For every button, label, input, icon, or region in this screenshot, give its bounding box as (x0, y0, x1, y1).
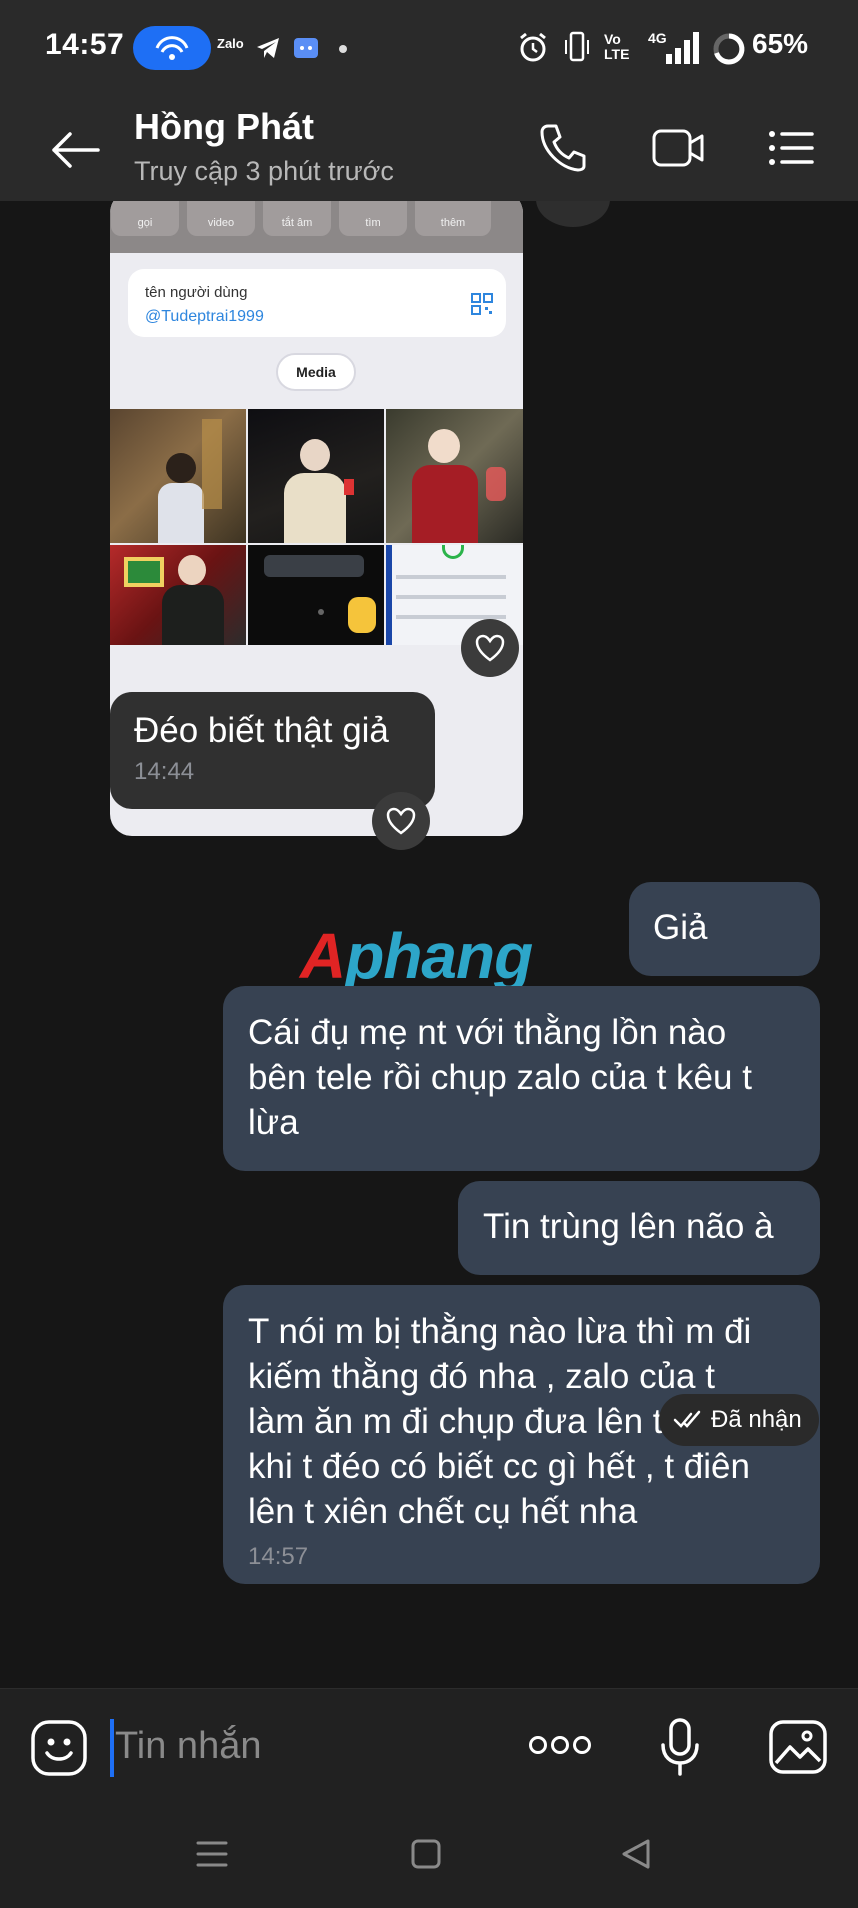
message-line: Cái đụ mẹ nt với thằng lồn nào (248, 1013, 727, 1052)
message-input[interactable]: Tin nhắn (115, 1725, 261, 1768)
volte-indicator: Vo LTE (604, 31, 630, 62)
more-options-icon[interactable] (528, 1733, 592, 1757)
outgoing-message-bubble[interactable]: Cái đụ mẹ nt với thằng lồn nào bên tele … (223, 986, 820, 1171)
message-reaction-button[interactable] (372, 792, 430, 850)
message-line: lên t xiên chết cụ hết nha (248, 1492, 638, 1531)
delivery-receipt: Đã nhận (659, 1394, 819, 1446)
screenshot-mute-button: tắt âm (263, 201, 331, 236)
photo-thumbnail (110, 545, 246, 645)
image-gallery-icon[interactable] (768, 1719, 828, 1775)
contact-name[interactable]: Hồng Phát (134, 106, 314, 148)
heart-icon (475, 634, 505, 662)
zalo-app-icon: Zalo (217, 36, 244, 51)
message-text: Giả (653, 908, 708, 947)
vibrate-icon (565, 31, 589, 62)
screenshot-more-button: thêm (415, 201, 491, 236)
photo-thumbnail (248, 545, 384, 645)
hotspot-pill (133, 26, 211, 70)
double-check-icon (673, 1410, 701, 1428)
image-reaction-button[interactable] (461, 619, 519, 677)
message-line: T nói m bị thằng nào lừa thì m đi (248, 1312, 752, 1351)
status-time: 14:57 (45, 28, 125, 61)
status-bar: 14:57 Zalo Vo LTE 4G 65% (0, 0, 858, 100)
screenshot-username-card: tên người dùng @Tudeptrai1999 (128, 269, 506, 337)
telegram-icon (257, 38, 279, 58)
system-navigation-bar (0, 1808, 858, 1908)
screenshot-call-button: gọi (111, 201, 179, 236)
back-arrow-icon[interactable] (48, 128, 104, 172)
phone-call-icon[interactable] (538, 122, 586, 174)
photo-thumbnail (386, 409, 523, 543)
outgoing-message-bubble[interactable]: Tin trùng lên não à (458, 1181, 820, 1275)
message-time: 14:57 (248, 1543, 309, 1570)
message-text: Tin trùng lên não à (483, 1207, 774, 1246)
sticker-emoji-icon[interactable] (30, 1719, 88, 1777)
watermark-logo: Aphang (300, 920, 533, 992)
more-notifications-dot (339, 45, 347, 53)
recent-apps-icon[interactable] (196, 1838, 228, 1870)
screenshot-action-bar: gọi video tắt âm tìm thêm (110, 201, 523, 253)
screenshot-video-button: video (187, 201, 255, 236)
microphone-icon[interactable] (658, 1717, 702, 1777)
message-line: kiếm thằng đó nha , zalo của t (248, 1357, 715, 1396)
photo-thumbnail (110, 409, 246, 543)
message-line: lừa (248, 1103, 299, 1142)
screenshot-media-pill: Media (276, 353, 356, 391)
message-line: khi t đéo có biết cc gì hết , t điên (248, 1447, 750, 1486)
screenshot-username-label: tên người dùng (145, 284, 248, 301)
screenshot-search-button: tìm (339, 201, 407, 236)
screenshot-username-handle: @Tudeptrai1999 (145, 308, 264, 325)
battery-ring-icon (713, 33, 745, 65)
battery-percent: 65% (752, 28, 809, 59)
message-input-bar: Tin nhắn (0, 1688, 858, 1808)
previous-reaction-button[interactable] (536, 201, 610, 227)
alarm-icon (520, 32, 546, 62)
wifi-icon (155, 36, 189, 60)
android-app-icon (294, 38, 318, 58)
chat-header: Hồng Phát Truy cập 3 phút trước (0, 100, 858, 201)
outgoing-message-bubble[interactable]: Giả (629, 882, 820, 976)
chat-messages[interactable]: gọi video tắt âm tìm thêm tên người dùng… (0, 201, 858, 1688)
contact-last-seen: Truy cập 3 phút trước (134, 156, 394, 186)
video-call-icon[interactable] (650, 126, 706, 170)
text-caret (110, 1719, 114, 1777)
message-line: bên tele rồi chụp zalo của t kêu t (248, 1058, 752, 1097)
message-text: Đéo biết thật giả (134, 711, 389, 750)
incoming-message-bubble[interactable]: Đéo biết thật giả 14:44 (110, 692, 435, 809)
qr-code-icon (471, 293, 493, 315)
photo-thumbnail (248, 409, 384, 543)
back-icon[interactable] (620, 1838, 652, 1870)
home-icon[interactable] (410, 1838, 442, 1870)
options-menu-icon[interactable] (766, 128, 816, 168)
signal-icon (666, 32, 699, 64)
receipt-text: Đã nhận (711, 1406, 802, 1433)
heart-icon (386, 807, 416, 835)
message-time: 14:44 (134, 758, 195, 785)
